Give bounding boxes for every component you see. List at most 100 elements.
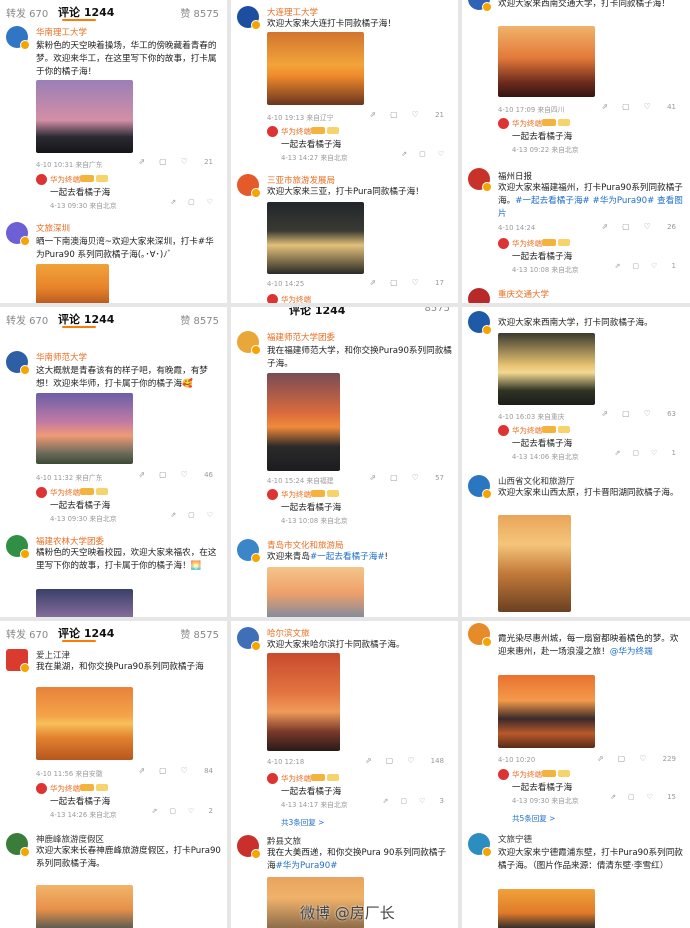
- tab-comments[interactable]: 评论 1244: [58, 4, 114, 20]
- share-icon[interactable]: ⇗: [170, 198, 176, 206]
- like-icon[interactable]: ♡: [639, 754, 646, 763]
- like-icon[interactable]: ♡: [207, 198, 213, 206]
- comment-icon[interactable]: ▢: [628, 793, 635, 801]
- like-icon[interactable]: ♡: [438, 150, 444, 158]
- comment-author[interactable]: 华南师范大学: [36, 351, 87, 363]
- like-icon[interactable]: ♡: [651, 449, 657, 457]
- tab-repost[interactable]: 转发 670: [6, 626, 48, 641]
- reply-avatar[interactable]: [498, 425, 509, 436]
- reply-author[interactable]: 华为终端: [512, 425, 542, 436]
- reply-avatar[interactable]: [267, 294, 278, 303]
- comment-icon[interactable]: ▢: [188, 198, 195, 206]
- hashtag-link[interactable]: #一起去看橘子海# #华为Pura90#: [515, 196, 654, 206]
- comment-author[interactable]: 重庆交通大学: [498, 288, 549, 300]
- tab-likes[interactable]: 赞 8575: [180, 312, 219, 327]
- reply-avatar[interactable]: [267, 773, 278, 784]
- share-icon[interactable]: ⇗: [369, 110, 376, 119]
- comment-icon[interactable]: ▢: [632, 262, 639, 270]
- share-icon[interactable]: ⇗: [601, 409, 608, 418]
- share-icon[interactable]: ⇗: [152, 807, 158, 815]
- comment-author[interactable]: 山西省文化和旅游厅: [498, 475, 575, 487]
- avatar[interactable]: [468, 623, 492, 647]
- comment-icon[interactable]: ▢: [622, 102, 630, 111]
- reply-avatar[interactable]: [498, 238, 509, 249]
- reply-author[interactable]: 华为终端: [281, 126, 311, 137]
- avatar[interactable]: [468, 288, 490, 303]
- reply-avatar[interactable]: [36, 783, 47, 794]
- comment-icon[interactable]: ▢: [188, 511, 195, 519]
- comment-icon[interactable]: ▢: [618, 754, 626, 763]
- hashtag-link[interactable]: #一起去看橘子海#: [310, 552, 385, 562]
- tab-likes[interactable]: 赞 8575: [180, 626, 219, 641]
- reply-avatar[interactable]: [498, 118, 509, 129]
- comment-author[interactable]: 黔县文旅: [267, 835, 301, 847]
- tab-comments[interactable]: 评论 1244: [289, 307, 345, 318]
- like-icon[interactable]: ♡: [644, 102, 651, 111]
- tab-repost[interactable]: 转发 670: [6, 312, 48, 327]
- comment-author[interactable]: 福建农林大学团委: [36, 535, 104, 547]
- share-icon[interactable]: ⇗: [601, 222, 608, 231]
- share-icon[interactable]: ⇗: [369, 473, 376, 482]
- avatar[interactable]: [237, 539, 261, 563]
- like-icon[interactable]: ♡: [181, 470, 188, 479]
- share-icon[interactable]: ⇗: [610, 793, 616, 801]
- avatar[interactable]: [6, 535, 30, 559]
- like-icon[interactable]: ♡: [181, 157, 188, 166]
- like-icon[interactable]: ♡: [647, 793, 653, 801]
- avatar[interactable]: [6, 833, 30, 857]
- comment-author[interactable]: 哈尔滨文旅: [267, 627, 310, 639]
- comment-photo[interactable]: [498, 889, 595, 928]
- share-icon[interactable]: ⇗: [601, 102, 608, 111]
- comment-icon[interactable]: ▢: [390, 278, 398, 287]
- reply-author[interactable]: 华为终端: [50, 487, 80, 498]
- reply-avatar[interactable]: [498, 769, 509, 780]
- share-icon[interactable]: ⇗: [597, 754, 604, 763]
- reply-author[interactable]: 华为终端: [281, 489, 311, 500]
- comment-icon[interactable]: ▢: [400, 797, 407, 805]
- comment-icon[interactable]: ▢: [169, 807, 176, 815]
- comment-author[interactable]: 文旅宁德: [498, 833, 532, 845]
- more-replies-link[interactable]: 共5条回复 >: [512, 813, 555, 824]
- more-replies-link[interactable]: 共3条回复 >: [281, 817, 324, 828]
- avatar[interactable]: [6, 649, 30, 673]
- comment-icon[interactable]: ▢: [390, 110, 398, 119]
- reply-author[interactable]: 华为终端: [281, 773, 311, 784]
- comment-photo[interactable]: [36, 80, 133, 153]
- comment-photo[interactable]: [267, 653, 340, 751]
- reply-avatar[interactable]: [36, 174, 47, 185]
- share-icon[interactable]: ⇗: [365, 756, 372, 765]
- comment-photo[interactable]: [498, 675, 595, 748]
- comment-icon[interactable]: ▢: [159, 470, 167, 479]
- share-icon[interactable]: ⇗: [383, 797, 389, 805]
- like-icon[interactable]: ♡: [407, 756, 414, 765]
- reply-author[interactable]: 华为终端: [50, 174, 80, 185]
- avatar[interactable]: [468, 168, 492, 192]
- reply-avatar[interactable]: [36, 487, 47, 498]
- like-icon[interactable]: ♡: [644, 409, 651, 418]
- reply-avatar[interactable]: [267, 126, 278, 137]
- share-icon[interactable]: ⇗: [170, 511, 176, 519]
- tab-comments[interactable]: 评论 1244: [58, 311, 114, 327]
- avatar[interactable]: [6, 222, 30, 246]
- comment-icon[interactable]: ▢: [632, 449, 639, 457]
- avatar[interactable]: [468, 311, 492, 335]
- share-icon[interactable]: ⇗: [401, 150, 407, 158]
- comment-photo[interactable]: [267, 32, 364, 105]
- comment-author[interactable]: 福建师范大学团委: [267, 331, 335, 343]
- avatar[interactable]: [468, 475, 492, 499]
- like-icon[interactable]: ♡: [188, 807, 194, 815]
- share-icon[interactable]: ⇗: [138, 157, 145, 166]
- share-icon[interactable]: ⇗: [369, 278, 376, 287]
- avatar[interactable]: [237, 331, 261, 355]
- reply-author[interactable]: 华为终端: [512, 118, 542, 129]
- avatar[interactable]: [468, 0, 492, 12]
- comment-photo[interactable]: [498, 333, 595, 405]
- comment-icon[interactable]: ▢: [159, 766, 167, 775]
- comment-photo[interactable]: [36, 264, 109, 303]
- like-icon[interactable]: ♡: [651, 262, 657, 270]
- share-icon[interactable]: ⇗: [138, 766, 145, 775]
- tab-likes[interactable]: 赞 8575: [180, 5, 219, 20]
- comment-icon[interactable]: ▢: [622, 222, 630, 231]
- like-icon[interactable]: ♡: [644, 222, 651, 231]
- comment-author[interactable]: 华南理工大学: [36, 26, 87, 38]
